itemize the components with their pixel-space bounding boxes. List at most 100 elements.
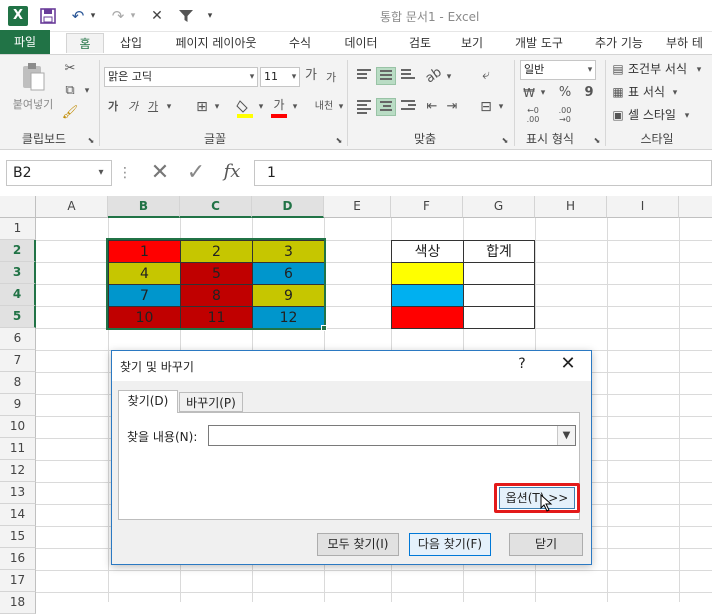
close-dialog-button[interactable]: 닫기 xyxy=(509,533,583,556)
tab-add-ins[interactable]: 추가 기능 xyxy=(586,33,652,53)
table-format-button[interactable]: 표 서식 xyxy=(628,83,665,101)
table-format-dropdown-icon[interactable]: ▾ xyxy=(670,84,680,102)
close-icon[interactable]: ✕ xyxy=(556,353,580,374)
phonetic-icon[interactable]: 내천 xyxy=(312,98,336,116)
fill-color-icon[interactable] xyxy=(236,98,254,118)
column-header-c[interactable]: C xyxy=(180,196,252,218)
cell-b2[interactable]: 1 xyxy=(108,240,181,263)
find-history-dropdown-icon[interactable]: ▼ xyxy=(557,426,575,445)
redo-dropdown-icon[interactable]: ▾ xyxy=(128,6,138,26)
row-header-13[interactable]: 13 xyxy=(0,482,36,504)
italic-icon[interactable]: 가 xyxy=(124,98,142,116)
copy-icon[interactable]: ⧉ xyxy=(60,82,80,100)
bold-icon[interactable]: 가 xyxy=(104,98,122,116)
decrease-decimal-icon[interactable]: .00 →0 xyxy=(552,106,578,124)
cell-g4[interactable] xyxy=(463,284,535,307)
align-launcher-icon[interactable]: ⬊ xyxy=(500,132,510,150)
cell-style-button[interactable]: 셀 스타일 xyxy=(628,106,676,124)
column-header-i[interactable]: I xyxy=(607,196,679,218)
tab-replace[interactable]: 바꾸기(P) xyxy=(179,392,243,412)
align-bottom-icon[interactable] xyxy=(398,67,418,85)
tab-file[interactable]: 파일 xyxy=(0,30,50,54)
currency-icon[interactable]: ₩ xyxy=(520,84,538,102)
number-launcher-icon[interactable]: ⬊ xyxy=(592,132,602,150)
cell-b5[interactable]: 10 xyxy=(108,306,181,329)
table-format-icon[interactable]: ▦ xyxy=(610,83,626,101)
cell-d2[interactable]: 3 xyxy=(252,240,325,263)
cell-c3[interactable]: 5 xyxy=(180,262,253,285)
cell-d3[interactable]: 6 xyxy=(252,262,325,285)
formula-input[interactable]: 1 xyxy=(254,160,712,186)
cell-f4-swatch[interactable] xyxy=(391,284,464,307)
column-header-d[interactable]: D xyxy=(252,196,324,218)
options-button[interactable]: 옵션(T) >> xyxy=(499,487,575,509)
insert-function-icon[interactable]: fx xyxy=(218,160,246,184)
cut-icon[interactable]: ✂ xyxy=(60,60,80,78)
select-all-corner[interactable] xyxy=(0,196,36,218)
paste-icon[interactable] xyxy=(20,62,46,92)
row-header-14[interactable]: 14 xyxy=(0,504,36,526)
column-header-h[interactable]: H xyxy=(535,196,607,218)
number-format-dropdown-icon[interactable]: ▾ xyxy=(584,61,596,79)
increase-indent-icon[interactable]: ⇥ xyxy=(442,98,462,116)
row-header-2[interactable]: 2 xyxy=(0,240,36,262)
save-icon[interactable] xyxy=(38,6,58,26)
cell-c2[interactable]: 2 xyxy=(180,240,253,263)
cell-c5[interactable]: 11 xyxy=(180,306,253,329)
conditional-format-button[interactable]: 조건부 서식 xyxy=(628,60,687,78)
align-center-icon[interactable] xyxy=(376,98,396,116)
percent-icon[interactable]: % xyxy=(556,84,574,102)
wrap-text-icon[interactable]: ⤶ xyxy=(476,66,496,84)
redo-icon[interactable]: ↷ xyxy=(108,6,128,26)
row-header-10[interactable]: 10 xyxy=(0,416,36,438)
font-name-dropdown-icon[interactable]: ▾ xyxy=(246,68,258,86)
underline-icon[interactable]: 가 xyxy=(144,98,162,116)
column-header-e[interactable]: E xyxy=(324,196,391,218)
row-header-6[interactable]: 6 xyxy=(0,328,36,350)
format-painter-icon[interactable]: 🖌 xyxy=(60,104,80,122)
cell-style-dropdown-icon[interactable]: ▾ xyxy=(682,107,692,125)
comma-icon[interactable]: 9 xyxy=(580,84,598,102)
conditional-format-icon[interactable]: ▤ xyxy=(610,60,626,78)
tab-developer[interactable]: 개발 도구 xyxy=(504,33,574,53)
column-header-b[interactable]: B xyxy=(108,196,180,218)
column-header-a[interactable]: A xyxy=(36,196,108,218)
tab-review[interactable]: 검토 xyxy=(398,33,442,53)
tab-view[interactable]: 보기 xyxy=(450,33,494,53)
shrink-font-icon[interactable]: 가 xyxy=(324,69,338,87)
row-header-18[interactable]: 18 xyxy=(0,592,36,614)
conditional-dropdown-icon[interactable]: ▾ xyxy=(694,61,704,79)
paste-label[interactable]: 붙여넣기 xyxy=(6,96,60,114)
cell-d4[interactable]: 9 xyxy=(252,284,325,307)
row-header-16[interactable]: 16 xyxy=(0,548,36,570)
row-header-9[interactable]: 9 xyxy=(0,394,36,416)
merge-center-icon[interactable]: ⊟ xyxy=(476,98,496,116)
find-what-input[interactable] xyxy=(208,425,576,446)
row-header-4[interactable]: 4 xyxy=(0,284,36,306)
cell-g3[interactable] xyxy=(463,262,535,285)
tab-load-test[interactable]: 부하 테 xyxy=(666,33,712,53)
undo-icon[interactable]: ↶ xyxy=(68,6,88,26)
font-color-dropdown-icon[interactable]: ▾ xyxy=(290,98,300,116)
font-name-box[interactable]: 맑은 고딕 xyxy=(104,67,258,87)
phonetic-dropdown-icon[interactable]: ▾ xyxy=(336,98,346,116)
row-header-5[interactable]: 5 xyxy=(0,306,36,328)
tab-insert[interactable]: 삽입 xyxy=(110,33,152,53)
clipboard-launcher-icon[interactable]: ⬊ xyxy=(86,132,96,150)
cell-f3-swatch[interactable] xyxy=(391,262,464,285)
confirm-edit-icon[interactable]: ✓ xyxy=(182,161,210,185)
copy-dropdown-icon[interactable]: ▾ xyxy=(82,82,92,100)
cell-g2-total-header[interactable]: 합계 xyxy=(463,240,535,263)
row-header-12[interactable]: 12 xyxy=(0,460,36,482)
underline-dropdown-icon[interactable]: ▾ xyxy=(164,98,174,116)
border-icon[interactable]: ⊞ xyxy=(192,98,212,116)
tab-formulas[interactable]: 수식 xyxy=(278,33,322,53)
row-header-1[interactable]: 1 xyxy=(0,218,36,240)
font-color-icon[interactable]: 가 xyxy=(270,96,288,118)
cell-style-icon[interactable]: ▣ xyxy=(610,106,626,124)
row-header-15[interactable]: 15 xyxy=(0,526,36,548)
cell-f5-swatch[interactable] xyxy=(391,306,464,329)
orientation-dropdown-icon[interactable]: ▾ xyxy=(444,68,454,86)
tab-find[interactable]: 찾기(D) xyxy=(118,390,178,413)
filter-icon[interactable] xyxy=(176,6,196,26)
